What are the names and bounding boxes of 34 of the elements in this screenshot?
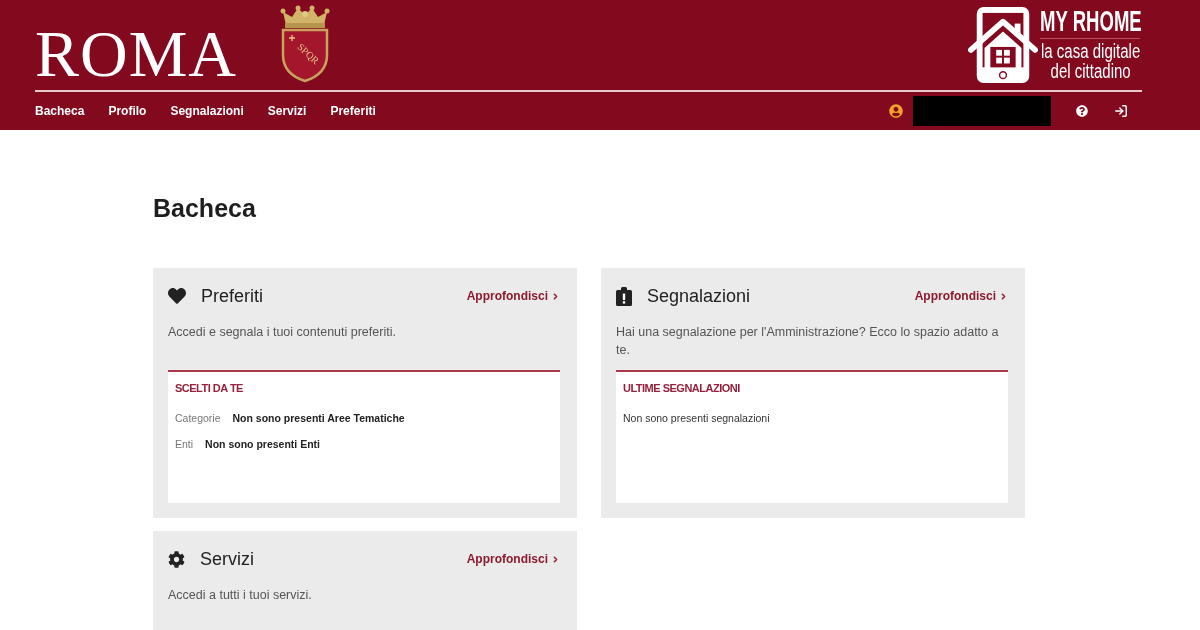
panel-heading: SCELTI DA TE — [175, 381, 244, 396]
gear-icon — [168, 550, 185, 568]
row-value: Non sono presenti Aree Tematiche — [232, 411, 405, 426]
row-value: Non sono presenti Enti — [205, 437, 320, 452]
card-title: Preferiti — [201, 285, 263, 308]
chevron-right-icon — [551, 291, 560, 301]
card-description: Hai una segnalazione per l'Amministrazione? Ecco lo spazio adatto a te. — [616, 324, 1000, 359]
panel-heading: ULTIME SEGNALAZIONI — [623, 381, 741, 396]
nav-link[interactable]: Segnalazioni — [170, 104, 244, 118]
read-more-link[interactable]: Approfondisci — [914, 289, 1008, 303]
help-icon[interactable] — [1076, 105, 1088, 117]
row-label: Enti — [175, 437, 194, 452]
nav-link[interactable]: Profilo — [108, 104, 147, 118]
city-logo-text: ROMA — [35, 21, 238, 87]
heart-icon — [168, 287, 186, 305]
app-tagline: la casa digitale del cittadino — [1040, 41, 1142, 81]
read-more-link[interactable]: Approfondisci — [466, 552, 560, 566]
chevron-right-icon — [999, 291, 1008, 301]
page-title: Bacheca — [153, 193, 257, 223]
card-description: Accedi e segnala i tuoi contenuti preferiti. — [168, 324, 397, 341]
card-title: Servizi — [200, 548, 254, 571]
nav-link[interactable]: Bacheca — [35, 104, 85, 118]
clipboard-alert-icon — [616, 286, 632, 306]
nav-link[interactable]: Preferiti — [330, 104, 376, 118]
read-more-link[interactable]: Approfondisci — [466, 289, 560, 303]
chevron-right-icon — [551, 554, 560, 564]
app-name: MY RHOME — [1040, 7, 1142, 36]
row-label: Categorie — [175, 411, 221, 426]
panel-message: Non sono presenti segnalazioni — [623, 411, 771, 426]
card-description: Accedi a tutti i tuoi servizi. — [168, 587, 313, 604]
user-avatar-icon[interactable] — [889, 104, 903, 118]
logout-icon[interactable] — [1114, 104, 1128, 118]
card-title: Segnalazioni — [647, 285, 751, 308]
nav-link[interactable]: Servizi — [267, 104, 307, 118]
